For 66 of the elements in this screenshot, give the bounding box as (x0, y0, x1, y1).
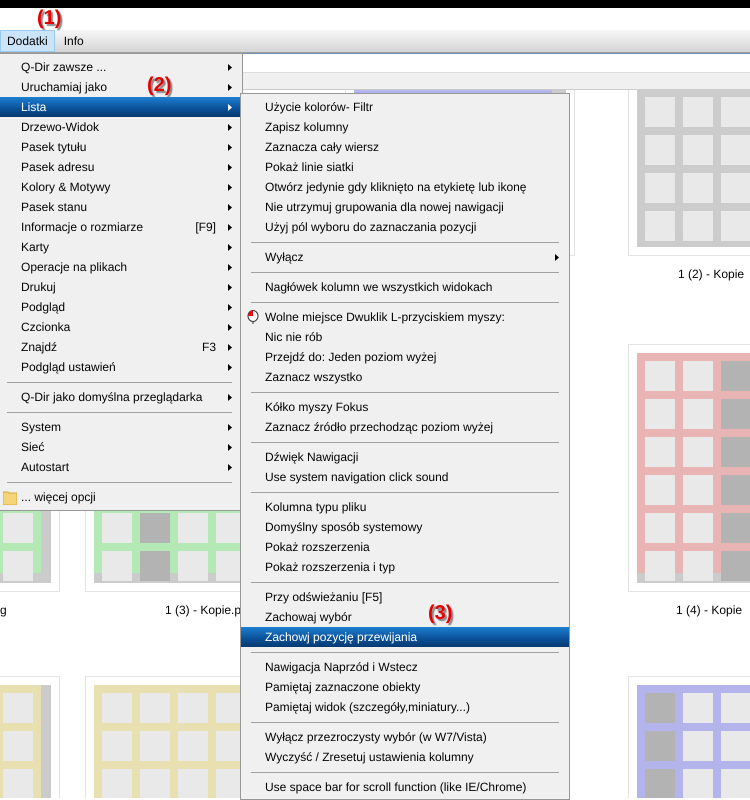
menu-item[interactable]: Autostart (21, 460, 70, 474)
menu-bar-item[interactable]: Info (56, 30, 91, 52)
menu-item[interactable]: Zaznacz źródło przechodząc poziom wyżej (265, 420, 494, 434)
menu-item[interactable]: Pokaż rozszerzenia (265, 540, 370, 554)
menu-item[interactable]: Pokaż rozszerzenia i typ (265, 560, 396, 574)
menu-item[interactable]: Pokaż linie siatki (265, 160, 354, 174)
menu-item[interactable]: Użyj pól wyboru do zaznaczania pozycji (265, 220, 476, 234)
menu-item[interactable]: Nic nie rób (265, 330, 322, 344)
mouse-icon (247, 310, 259, 324)
file-name: 1 (2) - Kopie (678, 266, 744, 283)
folder-icon (3, 490, 17, 505)
file-name: g (0, 602, 7, 619)
menu-item[interactable]: Nagłówek kolumn we wszystkich widokach (265, 280, 492, 294)
menu-item[interactable]: Czcionka (21, 320, 70, 334)
menu-item[interactable]: Wolne miejsce Dwuklik L-przyciskiem myszy: (265, 310, 505, 324)
callout-number: (3) (428, 601, 452, 625)
menu-item[interactable]: Karty (21, 240, 50, 254)
menu-item[interactable]: Przy odświeżaniu [F5] (265, 590, 382, 604)
menu-item[interactable]: Wyłącz przezroczysty wybór (w W7/Vista) (265, 730, 487, 744)
menu-item[interactable]: Drukuj (21, 280, 56, 294)
menu-item[interactable]: Q-Dir zawsze ... (21, 60, 106, 74)
menu-item[interactable]: Kolumna typu pliku (265, 500, 366, 514)
menu-item[interactable]: Zaznacz wszystko (265, 370, 362, 384)
image-thumbnail[interactable] (628, 90, 750, 256)
menu-item[interactable]: Uruchamiaj jako (21, 80, 108, 94)
menu-item[interactable]: Kółko myszy Fokus (265, 400, 368, 414)
menu-item[interactable]: Zachowaj wybór (265, 610, 352, 624)
shortcut-text: F3 (202, 340, 216, 354)
menu-item[interactable]: Nie utrzymuj grupowania dla nowej nawigacji (265, 200, 504, 214)
shortcut-text: [F9] (195, 220, 216, 234)
menu-item[interactable]: Q-Dir jako domyślna przeglądarka (21, 390, 202, 404)
menu-item[interactable]: Zaznacza cały wiersz (265, 140, 380, 154)
menu-item[interactable]: Zapisz kolumny (265, 120, 348, 134)
image-thumbnail[interactable] (628, 344, 750, 592)
menu-item[interactable]: Użycie kolorów- Filtr (265, 100, 374, 114)
menu-item[interactable]: Pamiętaj zaznaczone obiekty (265, 680, 420, 694)
menu-item[interactable]: Otwórz jedynie gdy kliknięto na etykietę lub ikonę (265, 180, 526, 194)
menu-item[interactable]: Drzewo-Widok (21, 120, 100, 134)
menu-item[interactable]: System (21, 420, 62, 434)
menu-item[interactable]: Domyślny sposób systemowy (265, 520, 422, 534)
file-name: 1 (3) - Kopie.p (165, 602, 242, 619)
menu-item[interactable]: Pasek stanu (21, 200, 88, 214)
menu-item[interactable]: Sieć (21, 440, 44, 454)
menu-item[interactable]: Znajdź (21, 340, 58, 354)
callout-number: (1) (37, 6, 62, 30)
menu-item[interactable]: Podgląd (21, 300, 66, 314)
menu-item[interactable]: Pasek tytułu (21, 140, 86, 154)
menu-item[interactable]: Dźwięk Nawigacji (265, 450, 358, 464)
callout-number: (2) (147, 73, 172, 97)
menu-item[interactable]: Przejdź do: Jeden poziom wyżej (265, 350, 436, 364)
menu-item[interactable]: Operacje na plikach (21, 260, 128, 274)
menu-item[interactable]: Use system navigation click sound (265, 470, 448, 484)
menu-item[interactable]: Use space bar for scroll function (like IE/Chrome) (265, 780, 526, 794)
file-name: 1 (4) - Kopie (676, 602, 742, 619)
menu-item[interactable]: Podgląd ustawień (21, 360, 116, 374)
menu-item[interactable]: ... więcej opcji (21, 490, 96, 504)
menu-item[interactable]: Wyłącz (265, 250, 304, 264)
menu-item[interactable]: Kolory & Motywy (21, 180, 110, 194)
menu-item[interactable]: Informacje o rozmiarze (21, 220, 144, 234)
menu-item[interactable]: Zachowj pozycję przewijania (241, 627, 569, 647)
menu-item[interactable]: Wyczyść / Zresetuj ustawienia kolumny (265, 750, 474, 764)
menu-item[interactable]: Pasek adresu (21, 160, 94, 174)
menu-bar-item[interactable]: Dodatki (0, 30, 55, 52)
menu-item[interactable]: Pamiętaj widok (szczegóły,miniatury...) (265, 700, 470, 714)
menu-item[interactable]: Nawigacja Naprzód i Wstecz (265, 660, 418, 674)
menu-item[interactable]: Lista (0, 97, 242, 117)
